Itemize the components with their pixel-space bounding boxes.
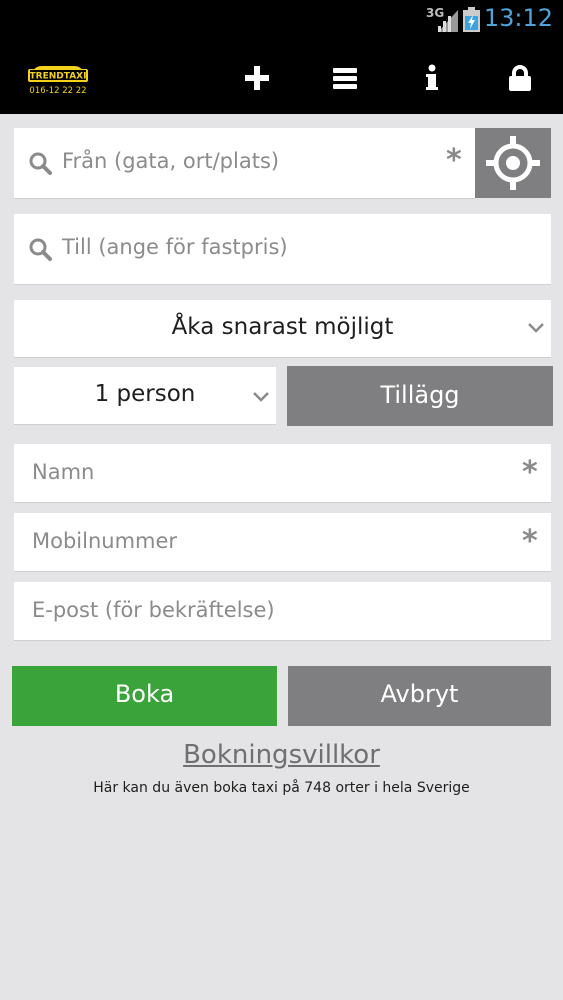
plus-icon xyxy=(245,66,269,90)
required-asterisk: * xyxy=(522,455,538,490)
app-header: 01 TRENDTAXI 016-12 22 22 xyxy=(0,40,563,114)
required-asterisk: * xyxy=(446,143,462,178)
to-input[interactable]: Till (ange för fastpris) xyxy=(14,214,551,284)
mobile-placeholder: Mobilnummer xyxy=(32,529,178,553)
info-icon xyxy=(426,64,438,90)
extras-button[interactable]: Tillägg xyxy=(287,366,553,426)
mobile-field[interactable]: Mobilnummer * xyxy=(14,513,551,571)
info-button[interactable] xyxy=(404,50,460,104)
menu-button[interactable] xyxy=(317,50,373,104)
logo-graphic: 01 TRENDTAXI 016-12 22 22 xyxy=(28,59,88,96)
terms-link[interactable]: Bokningsvillkor xyxy=(0,740,563,770)
chevron-down-icon xyxy=(528,323,544,333)
from-placeholder: Från (gata, ort/plats) xyxy=(62,149,280,173)
search-icon xyxy=(29,238,52,261)
required-asterisk: * xyxy=(522,524,538,559)
passengers-select-value: 1 person xyxy=(94,381,196,407)
signal-icon xyxy=(438,10,458,32)
trendtaxi-logo[interactable]: 01 TRENDTAXI 016-12 22 22 xyxy=(24,56,92,98)
status-bar: 3G 13:12 xyxy=(0,0,563,40)
coverage-info: Här kan du även boka taxi på 748 orter i… xyxy=(93,780,470,796)
name-placeholder: Namn xyxy=(32,460,95,484)
clock: 13:12 xyxy=(483,4,553,32)
logo-number: 01 xyxy=(53,59,63,67)
menu-icon xyxy=(333,68,357,89)
email-placeholder: E-post (för bekräftelse) xyxy=(32,598,275,622)
search-icon xyxy=(29,152,52,175)
add-button[interactable] xyxy=(229,50,285,104)
locate-me-button[interactable] xyxy=(475,128,551,198)
logo-name: TRENDTAXI xyxy=(30,72,87,82)
lock-button[interactable] xyxy=(492,50,548,104)
to-placeholder: Till (ange för fastpris) xyxy=(62,235,288,259)
lock-icon xyxy=(509,65,531,91)
logo-phone: 016-12 22 22 xyxy=(29,86,86,96)
email-field[interactable]: E-post (för bekräftelse) xyxy=(14,582,551,640)
crosshair-icon xyxy=(486,136,540,190)
time-select-value: Åka snarast möjligt xyxy=(171,314,394,340)
cancel-button[interactable]: Avbryt xyxy=(288,666,551,726)
passengers-select[interactable]: 1 person xyxy=(14,367,276,424)
from-input[interactable]: Från (gata, ort/plats) * xyxy=(14,128,475,198)
book-button[interactable]: Boka xyxy=(12,666,277,726)
time-select[interactable]: Åka snarast möjligt xyxy=(14,300,551,357)
name-field[interactable]: Namn * xyxy=(14,444,551,502)
battery-charging-icon xyxy=(463,7,480,32)
chevron-down-icon xyxy=(253,392,269,402)
